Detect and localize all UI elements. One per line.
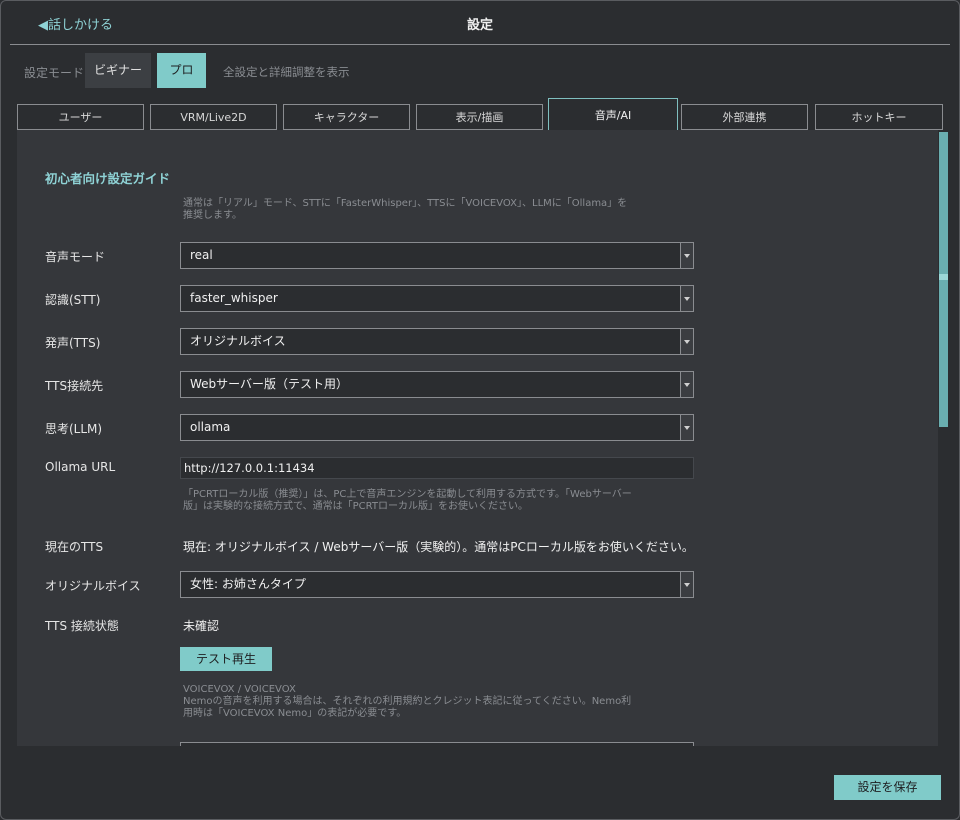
original-voice-value: 女性: お姉さんタイプ: [190, 577, 306, 591]
voice-mode-select[interactable]: real: [180, 242, 694, 269]
page-title: 設定: [466, 18, 493, 33]
partial-select[interactable]: [180, 742, 694, 746]
chevron-down-icon[interactable]: [680, 329, 693, 354]
tab-user[interactable]: ユーザー: [17, 104, 144, 130]
llm-value: ollama: [190, 420, 231, 434]
chevron-down-icon[interactable]: [680, 415, 693, 440]
ollama-url-input[interactable]: http://127.0.0.1:11434: [180, 457, 694, 479]
mode-description: 全設定と詳細調整を表示: [223, 65, 350, 79]
tab-vrm-live2d[interactable]: VRM/Live2D: [150, 104, 277, 130]
tts-select[interactable]: オリジナルボイス: [180, 328, 694, 355]
llm-select[interactable]: ollama: [180, 414, 694, 441]
header-divider: [10, 44, 950, 45]
llm-label: 思考(LLM): [45, 422, 103, 436]
tts-status-label: TTS 接続状態: [45, 619, 119, 633]
voice-mode-value: real: [190, 248, 213, 262]
settings-mode-label: 設定モード: [24, 66, 85, 80]
current-tts-value: 現在: オリジナルボイス / Webサーバー版（実験的）。通常はPCローカル版を…: [183, 540, 694, 554]
credit-title: VOICEVOX / VOICEVOX: [183, 684, 296, 695]
vertical-scrollbar[interactable]: [938, 130, 949, 746]
section-title: 初心者向け設定ガイド: [45, 171, 171, 186]
tab-hotkey[interactable]: ホットキー: [815, 104, 943, 130]
tab-character[interactable]: キャラクター: [283, 104, 410, 130]
connection-hint: 「PCRTローカル版（推奨）」は、PC上で音声エンジンを起動して利用する方式です…: [183, 489, 632, 512]
tts-status-value: 未確認: [183, 619, 220, 633]
chevron-down-icon[interactable]: [680, 243, 693, 268]
stt-label: 認識(STT): [45, 293, 101, 307]
original-voice-label: オリジナルボイス: [45, 579, 141, 593]
credit-text: Nemoの音声を利用する場合は、それぞれの利用規約とクレジット表記に従ってくださ…: [183, 696, 632, 719]
chevron-down-icon[interactable]: [680, 286, 693, 311]
current-tts-label: 現在のTTS: [45, 540, 104, 554]
scrollbar-marker: [939, 274, 948, 280]
tab-external[interactable]: 外部連携: [681, 104, 808, 130]
tts-connection-label: TTS接続先: [45, 379, 104, 393]
ollama-url-label: Ollama URL: [45, 460, 116, 474]
test-playback-button[interactable]: テスト再生: [180, 647, 272, 671]
tab-voice-ai[interactable]: 音声/AI: [548, 98, 678, 130]
stt-select[interactable]: faster_whisper: [180, 285, 694, 312]
stt-value: faster_whisper: [190, 291, 278, 305]
tts-label: 発声(TTS): [45, 336, 101, 350]
guide-hint: 通常は「リアル」モード、STTに「FasterWhisper」、TTSに「VOI…: [183, 198, 628, 221]
tts-connection-select[interactable]: Webサーバー版（テスト用）: [180, 371, 694, 398]
save-settings-button[interactable]: 設定を保存: [834, 775, 941, 800]
original-voice-select[interactable]: 女性: お姉さんタイプ: [180, 571, 694, 598]
chevron-down-icon[interactable]: [680, 572, 693, 597]
tab-display[interactable]: 表示/描画: [416, 104, 543, 130]
tts-value: オリジナルボイス: [190, 334, 286, 348]
tts-connection-value: Webサーバー版（テスト用）: [190, 377, 349, 391]
pro-mode-button[interactable]: プロ: [157, 53, 206, 88]
voice-mode-label: 音声モード: [45, 250, 106, 264]
chevron-down-icon[interactable]: [680, 372, 693, 397]
settings-panel: 初心者向け設定ガイド 通常は「リアル」モード、STTに「FasterWhispe…: [17, 130, 949, 746]
beginner-mode-button[interactable]: ビギナー: [85, 53, 151, 88]
